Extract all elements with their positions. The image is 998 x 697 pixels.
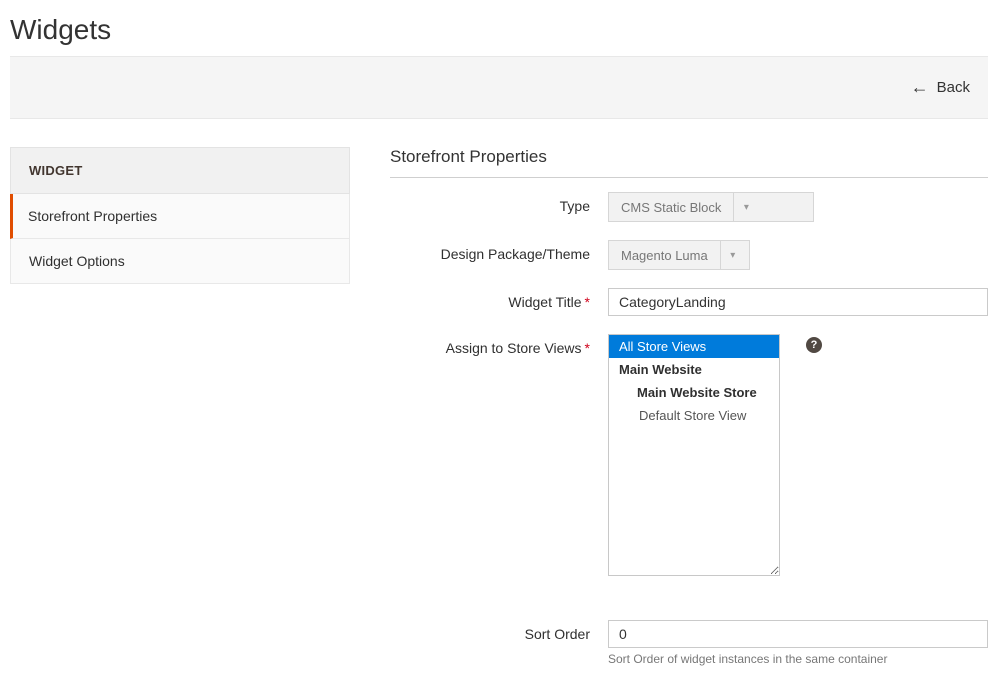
sort-order-hint: Sort Order of widget instances in the sa… [608,652,988,666]
store-option-all[interactable]: All Store Views [609,335,779,358]
main-panel: Storefront Properties Type CMS Static Bl… [390,147,988,684]
store-views-listbox[interactable]: All Store Views Main Website Main Websit… [608,334,780,576]
page-title: Widgets [10,0,988,56]
widget-title-label: Widget Title* [390,288,608,310]
chevron-down-icon: ▾ [733,193,758,221]
help-icon[interactable]: ? [806,337,822,353]
header-bar: ← Back [10,56,988,119]
chevron-down-icon: ▾ [720,241,745,269]
type-label: Type [390,192,608,214]
sidebar: WIDGET Storefront Properties Widget Opti… [10,147,350,684]
back-arrow-icon: ← [911,77,929,98]
store-option-store[interactable]: Main Website Store [609,381,779,404]
store-option-website[interactable]: Main Website [609,358,779,381]
theme-value: Magento Luma [609,241,720,269]
sidebar-item-widget-options[interactable]: Widget Options [10,239,350,284]
theme-label: Design Package/Theme [390,240,608,262]
back-label: Back [937,79,970,96]
section-title: Storefront Properties [390,147,988,178]
store-option-view[interactable]: Default Store View [609,404,779,427]
back-button[interactable]: ← Back [911,77,970,98]
type-value: CMS Static Block [609,193,733,221]
widget-title-input[interactable] [608,288,988,316]
sidebar-item-storefront-properties[interactable]: Storefront Properties [10,194,350,239]
theme-select: Magento Luma ▾ [608,240,750,270]
type-select: CMS Static Block ▾ [608,192,814,222]
store-views-label: Assign to Store Views* [390,334,608,356]
sort-order-input[interactable] [608,620,988,648]
sidebar-heading: WIDGET [10,147,350,194]
sort-order-label: Sort Order [390,620,608,642]
